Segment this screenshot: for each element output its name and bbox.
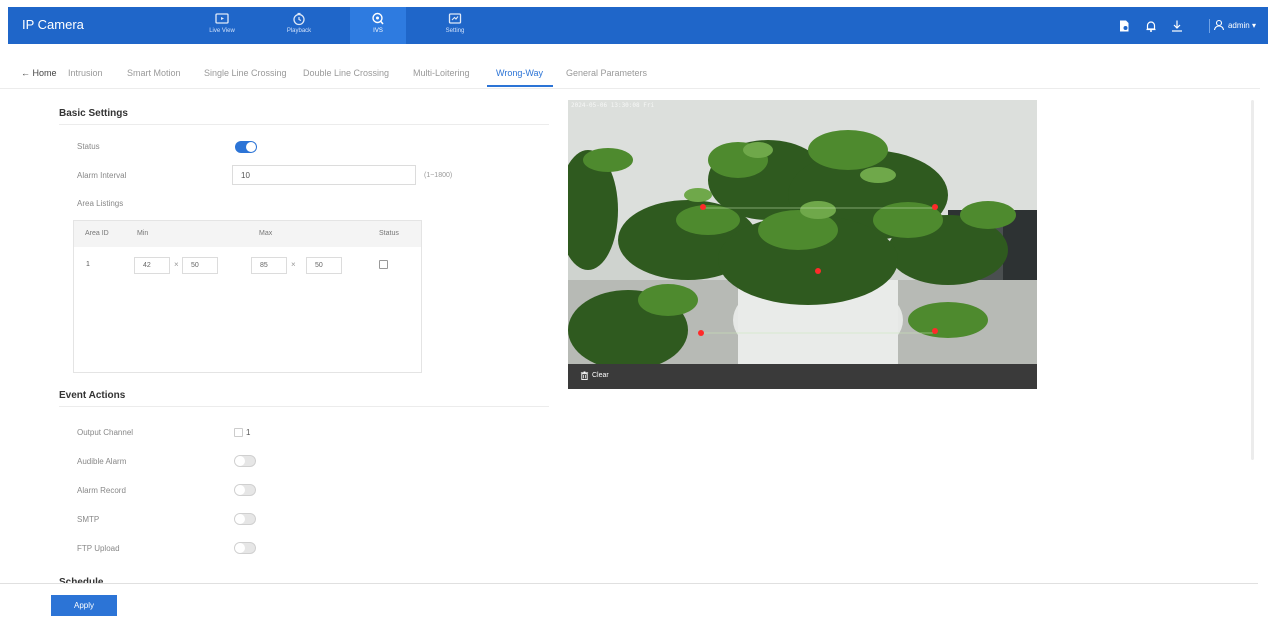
tab-smart-motion[interactable]: Smart Motion: [127, 68, 181, 78]
audible-alarm-toggle[interactable]: [234, 455, 256, 467]
playback-icon: [293, 12, 305, 26]
bell-icon[interactable]: [1144, 19, 1158, 33]
nav-playback[interactable]: Playback: [271, 7, 327, 44]
alarm-record-toggle[interactable]: [234, 484, 256, 496]
col-max: Max: [259, 230, 273, 237]
video-preview[interactable]: 2024-05-06 13:30:08 Fri: [568, 100, 1037, 364]
area-status-checkbox[interactable]: [379, 260, 388, 269]
section-divider: [59, 124, 549, 125]
event-actions-title: Event Actions: [59, 390, 126, 401]
footer-divider: [0, 583, 1258, 584]
area-listings-label: Area Listings: [77, 199, 124, 208]
tab-general-parameters[interactable]: General Parameters: [566, 68, 647, 78]
top-navbar: IP Camera Live View Playback IVS Setting: [8, 7, 1268, 44]
alarm-interval-input[interactable]: 10: [232, 165, 416, 185]
app-title: IP Camera: [22, 17, 84, 32]
ivs-icon: [372, 12, 384, 25]
col-status: Status: [379, 230, 399, 237]
table-header: Area ID Min Max Status: [74, 221, 421, 247]
multiply-sign: ×: [291, 260, 296, 269]
col-area-id: Area ID: [85, 230, 109, 237]
ftp-upload-label: FTP Upload: [77, 544, 120, 553]
smtp-label: SMTP: [77, 515, 100, 524]
camera-scene-image: [568, 100, 1037, 364]
nav-live-view[interactable]: Live View: [194, 7, 250, 44]
sub-tabs: ← Home Intrusion Smart Motion Single Lin…: [0, 62, 1260, 88]
ftp-upload-toggle[interactable]: [234, 542, 256, 554]
user-icon: [1213, 19, 1225, 31]
divider: [1209, 19, 1210, 33]
multiply-sign: ×: [174, 260, 179, 269]
home-link[interactable]: ← Home: [21, 68, 57, 78]
area-id-cell: 1: [86, 261, 90, 268]
clear-label: Clear: [592, 372, 609, 379]
nav-setting[interactable]: Setting: [427, 7, 483, 44]
tab-multi-loitering[interactable]: Multi-Loitering: [413, 68, 470, 78]
min-height-input[interactable]: 50: [182, 257, 218, 274]
document-icon[interactable]: [1117, 19, 1131, 33]
tab-double-line-crossing[interactable]: Double Line Crossing: [303, 68, 389, 78]
max-height-input[interactable]: 50: [306, 257, 342, 274]
tab-wrong-way[interactable]: Wrong-Way: [496, 68, 543, 78]
section-divider: [59, 406, 549, 407]
alarm-interval-hint: (1~1800): [424, 172, 453, 179]
trash-icon: [580, 371, 589, 380]
output-channel-label: Output Channel: [77, 428, 134, 437]
video-toolbar: Clear: [568, 364, 1037, 389]
min-width-input[interactable]: 42: [134, 257, 170, 274]
user-menu[interactable]: admin ▾: [1213, 19, 1256, 31]
apply-button[interactable]: Apply: [51, 595, 117, 616]
audible-alarm-label: Audible Alarm: [77, 457, 127, 466]
col-min: Min: [137, 230, 149, 237]
alarm-interval-label: Alarm Interval: [77, 171, 127, 180]
live-view-icon: [215, 13, 229, 24]
tabs-divider: [0, 88, 1260, 89]
active-tab-indicator: [487, 85, 553, 87]
schedule-title: Schedule: [59, 577, 104, 583]
nav-ivs[interactable]: IVS: [350, 7, 406, 44]
user-name: admin ▾: [1227, 20, 1256, 30]
smtp-toggle[interactable]: [234, 513, 256, 525]
setting-icon: [448, 13, 462, 24]
video-timestamp: 2024-05-06 13:30:08 Fri: [571, 102, 655, 109]
output-channel-checkbox[interactable]: [234, 428, 243, 437]
alarm-record-label: Alarm Record: [77, 486, 126, 495]
scrollbar[interactable]: [1251, 100, 1254, 460]
tab-single-line-crossing[interactable]: Single Line Crossing: [204, 68, 287, 78]
area-listings-table: Area ID Min Max Status 1 42 × 50 85 × 50: [73, 220, 422, 373]
tab-intrusion[interactable]: Intrusion: [68, 68, 103, 78]
output-channel-value: 1: [246, 428, 251, 437]
status-label: Status: [77, 142, 100, 151]
download-icon[interactable]: [1170, 19, 1184, 33]
basic-settings-title: Basic Settings: [59, 108, 128, 119]
status-toggle[interactable]: [235, 141, 257, 153]
clear-button[interactable]: Clear: [580, 371, 609, 380]
max-width-input[interactable]: 85: [251, 257, 287, 274]
